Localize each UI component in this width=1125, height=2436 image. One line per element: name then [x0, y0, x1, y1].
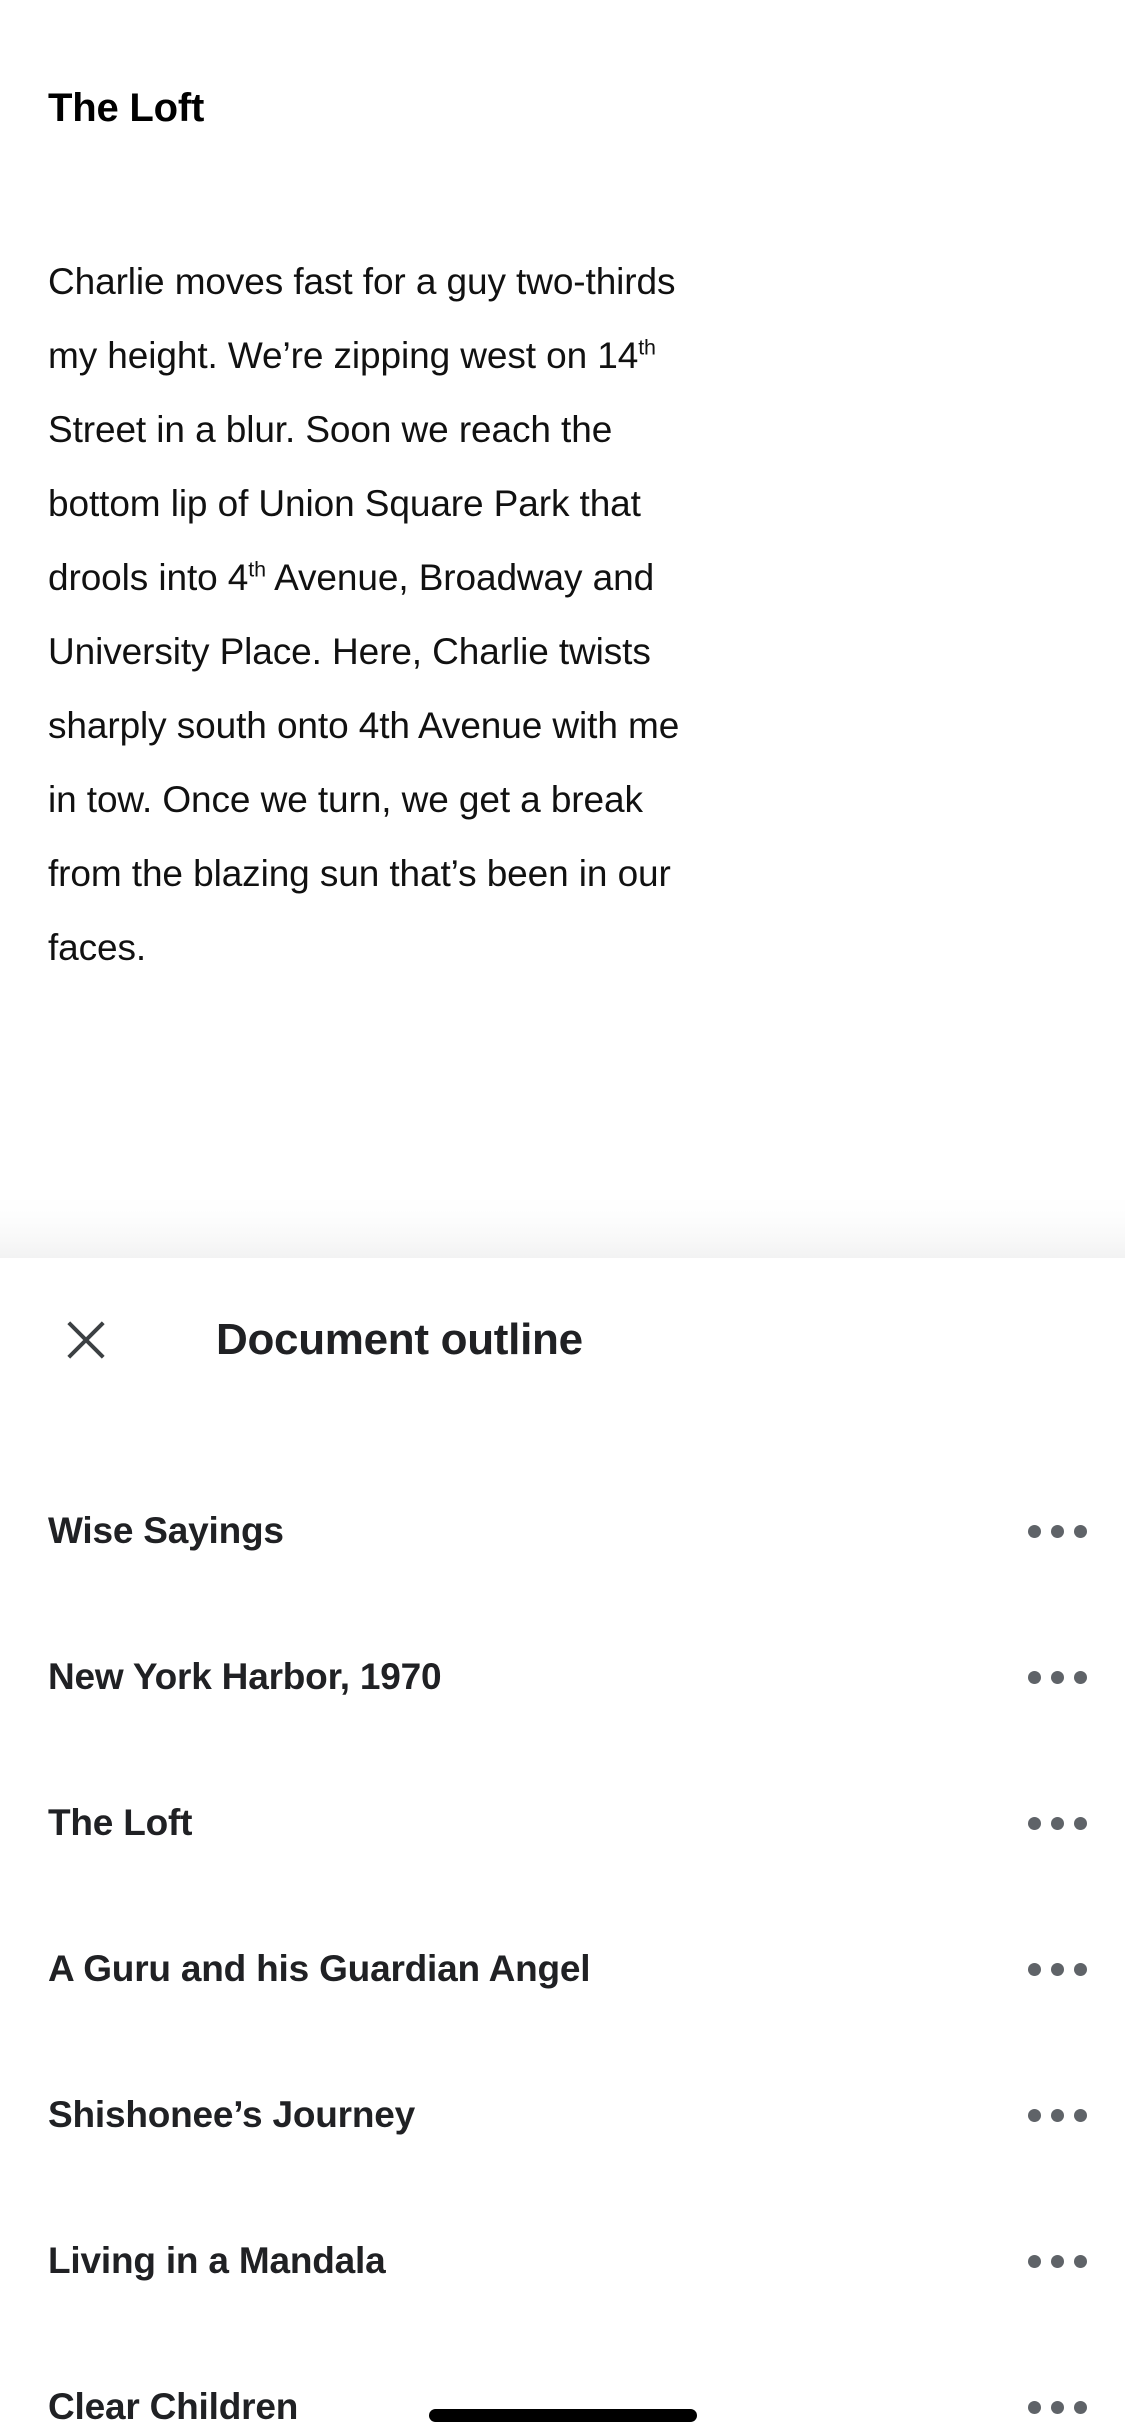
dot [1050, 1962, 1064, 1976]
dot [1050, 1816, 1064, 1830]
dot [1050, 2108, 1064, 2122]
more-horizontal-icon[interactable] [1009, 1483, 1105, 1579]
dot [1073, 1816, 1087, 1830]
more-horizontal-icon[interactable] [1009, 2213, 1105, 2309]
outline-item-label: A Guru and his Guardian Angel [48, 1948, 591, 1989]
document-body-paragraph: Charlie moves fast for a guy two-thirds … [48, 261, 680, 968]
dot [1050, 2400, 1064, 2414]
dot [1050, 1670, 1064, 1684]
document-content-area: The Loft Charlie moves fast for a guy tw… [0, 0, 1125, 1258]
sheet-title: Document outline [216, 1315, 583, 1364]
dot [1073, 1524, 1087, 1538]
dot [1027, 2254, 1041, 2268]
outline-items-list: Wise Sayings New York Harbor, 1970 The L… [0, 1458, 1125, 2436]
dot [1027, 1670, 1041, 1684]
outline-item-the-loft[interactable]: The Loft [0, 1750, 1125, 1896]
document-outline-header: Document outline [0, 1258, 1125, 1458]
dot [1027, 1962, 1041, 1976]
outline-item-label: Wise Sayings [48, 1510, 284, 1551]
dot [1073, 2400, 1087, 2414]
more-horizontal-icon[interactable] [1009, 2067, 1105, 2163]
dot [1027, 1524, 1041, 1538]
dot [1050, 1524, 1064, 1538]
more-horizontal-icon[interactable] [1009, 1775, 1105, 1871]
outline-item-new-york-harbor-1970[interactable]: New York Harbor, 1970 [0, 1604, 1125, 1750]
home-indicator[interactable] [428, 2409, 697, 2422]
outline-item-label: Clear Children [48, 2386, 299, 2427]
outline-item-living-in-a-mandala[interactable]: Living in a Mandala [0, 2188, 1125, 2334]
more-horizontal-icon[interactable] [1009, 2359, 1105, 2436]
outline-item-wise-sayings[interactable]: Wise Sayings [0, 1458, 1125, 1604]
outline-item-shishonees-journey[interactable]: Shishonee’s Journey [0, 2042, 1125, 2188]
more-horizontal-icon[interactable] [1009, 1921, 1105, 2017]
more-horizontal-icon[interactable] [1009, 1629, 1105, 1725]
dot [1050, 2254, 1064, 2268]
outline-item-label: Shishonee’s Journey [48, 2094, 415, 2135]
dot [1073, 1670, 1087, 1684]
dot [1073, 1962, 1087, 1976]
close-button[interactable] [26, 1280, 146, 1400]
document-section-heading: The Loft [48, 86, 205, 130]
outline-item-a-guru-and-his-guardian-angel[interactable]: A Guru and his Guardian Angel [0, 1896, 1125, 2042]
dot [1073, 2254, 1087, 2268]
document-outline-sheet: Document outline Wise Sayings New York H… [0, 1258, 1125, 2436]
outline-item-label: Living in a Mandala [48, 2240, 386, 2281]
close-icon [61, 1315, 111, 1365]
dot [1073, 2108, 1087, 2122]
dot [1027, 2108, 1041, 2122]
dot [1027, 1816, 1041, 1830]
outline-item-label: New York Harbor, 1970 [48, 1656, 442, 1697]
dot [1027, 2400, 1041, 2414]
outline-item-label: The Loft [48, 1802, 193, 1843]
